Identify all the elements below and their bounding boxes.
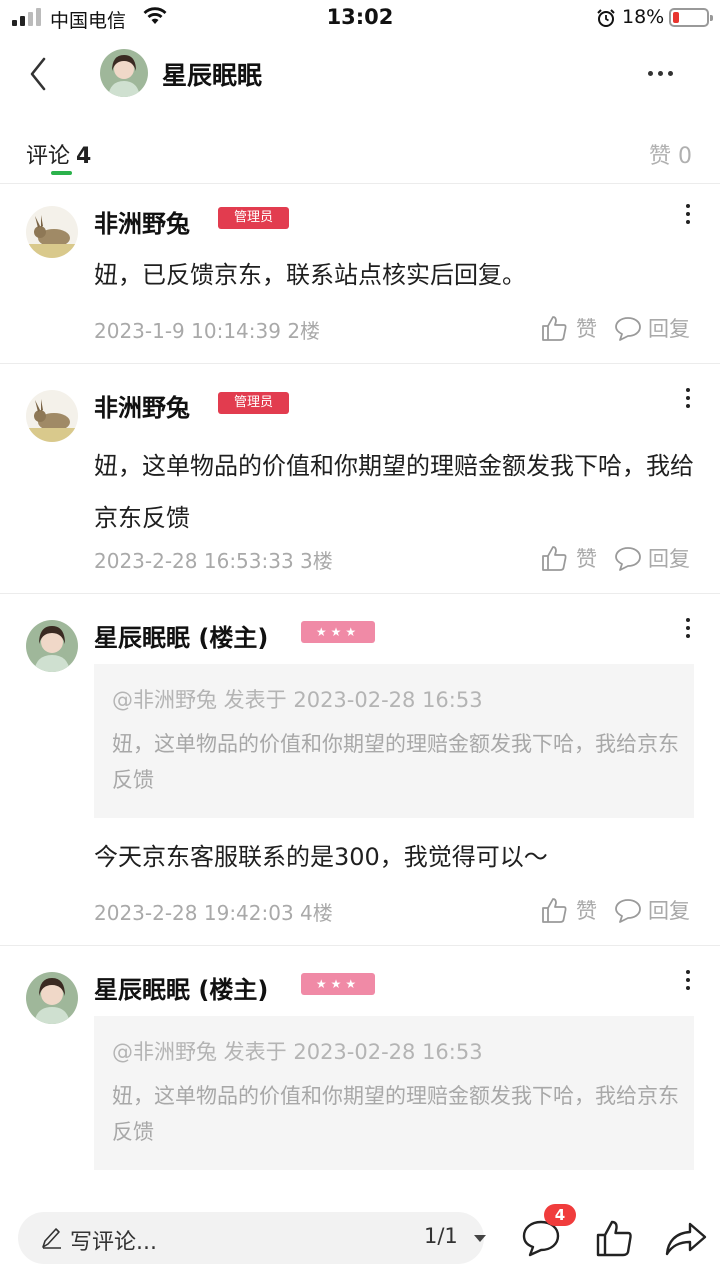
comment-tabs: 评论 4 赞 0 [0,130,720,184]
battery-icon [669,8,713,27]
reply-label: 回复 [648,899,690,923]
commenter-avatar[interactable] [26,390,78,442]
thumbs-up-icon [542,316,567,341]
tab-comments[interactable]: 评论 4 [26,138,91,170]
comment-item: 星辰眠眠 (楼主) ★★★ @非洲野兔 发表于 2023-02-28 16:53… [0,946,720,1196]
commenter-name[interactable]: 星辰眠眠 (楼主) [94,618,268,653]
commenter-name[interactable]: 非洲野兔 [94,204,190,239]
comment-menu-button[interactable] [676,966,700,996]
comment-text: 今天京东客服联系的是300，我觉得可以～ [94,843,548,871]
comment-menu-button[interactable] [676,200,700,230]
like-label: 赞 [576,547,597,571]
like-label: 赞 [576,317,597,341]
back-button[interactable] [20,50,60,98]
author-avatar[interactable] [100,49,148,97]
level-stars-badge: ★★★ [301,621,375,643]
quote-body: 妞，这单物品的价值和你期望的理赔金额发我下哈，我给京东反馈 [112,732,679,792]
active-tab-indicator [51,171,72,175]
chevron-down-icon [474,1235,486,1242]
comment-text: 妞，已反馈京东，联系站点核实后回复。 [94,261,526,289]
quoted-comment[interactable]: @非洲野兔 发表于 2023-02-28 16:53 妞，这单物品的价值和你期望… [94,1016,694,1170]
commenter-avatar[interactable] [26,972,78,1024]
share-icon [665,1222,707,1256]
commenter-name[interactable]: 星辰眠眠 (楼主) [94,970,268,1005]
tab-comments-label: 评论 [26,144,71,169]
comment-meta: 2023-1-9 10:14:39 2楼 [94,319,321,343]
thumbs-up-icon [596,1220,632,1257]
comment-meta: 2023-2-28 16:53:33 3楼 [94,549,333,573]
comment-actions: 赞 回复 [540,312,710,344]
pencil-icon [42,1228,61,1249]
like-post-button[interactable] [594,1218,634,1258]
battery-level-fill [673,12,679,23]
comment-actions: 赞 回复 [540,894,710,926]
back-icon [30,57,46,91]
header: 星辰眠眠 [0,40,720,110]
comment-menu-button[interactable] [676,614,700,644]
status-bar: 中国电信 13:02 18% [0,0,720,36]
comment-menu-button[interactable] [676,384,700,414]
admin-badge: 管理员 [218,207,290,229]
commenter-name[interactable]: 非洲野兔 [94,388,190,423]
comment-bubble-icon [615,547,641,571]
page-indicator[interactable]: 1/1 [424,1224,458,1248]
quote-body: 妞，这单物品的价值和你期望的理赔金额发我下哈，我给京东反馈 [112,1084,679,1144]
comment-item: 非洲野兔 管理员 妞，这单物品的价值和你期望的理赔金额发我下哈，我给京东反馈 2… [0,364,720,594]
comment-actions: 赞 回复 [540,542,710,574]
commenter-avatar[interactable] [26,620,78,672]
comment-item: 星辰眠眠 (楼主) ★★★ @非洲野兔 发表于 2023-02-28 16:53… [0,594,720,946]
like-label: 赞 [576,899,597,923]
quote-header: @非洲野兔 发表于 2023-02-28 16:53 [112,688,483,712]
admin-badge: 管理员 [218,392,290,414]
reply-label: 回复 [648,547,690,571]
write-comment-placeholder: 写评论... [70,1230,157,1255]
reply-label: 回复 [648,317,690,341]
level-stars-badge: ★★★ [301,973,375,995]
comment-bubble-icon [615,899,641,923]
battery-percent: 18% [622,6,665,28]
tab-likes[interactable]: 赞 0 [649,138,692,170]
tab-comments-count: 4 [76,144,92,169]
quote-header: @非洲野兔 发表于 2023-02-28 16:53 [112,1040,483,1064]
thumbs-up-icon [542,898,567,923]
share-button[interactable] [664,1220,708,1258]
commenter-avatar[interactable] [26,206,78,258]
quoted-comment[interactable]: @非洲野兔 发表于 2023-02-28 16:53 妞，这单物品的价值和你期望… [94,664,694,818]
page-title: 星辰眠眠 [162,61,263,90]
comment-item: 非洲野兔 管理员 妞，已反馈京东，联系站点核实后回复。 2023-1-9 10:… [0,184,720,364]
more-button[interactable] [642,58,678,88]
alarm-icon [596,8,616,32]
thumbs-up-icon [542,546,567,571]
comment-meta: 2023-2-28 19:42:03 4楼 [94,901,333,925]
comment-text: 妞，这单物品的价值和你期望的理赔金额发我下哈，我给京东反馈 [94,452,694,532]
write-comment-input[interactable]: 写评论... 1/1 [18,1212,486,1264]
comment-count-badge: 4 [544,1204,576,1226]
comment-bubble-icon [615,317,641,341]
bottom-bar: 写评论... 1/1 4 [0,1196,720,1280]
